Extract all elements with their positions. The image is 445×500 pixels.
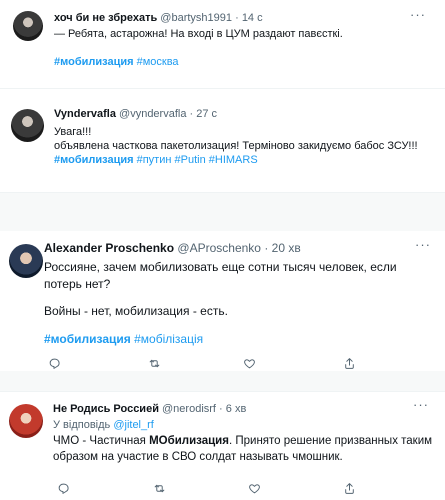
share-icon[interactable]: [341, 480, 357, 496]
tweet-3[interactable]: Alexander Proschenko @AProschenko · 20 х…: [0, 232, 445, 370]
hashtag-link[interactable]: #HIMARS: [209, 154, 258, 166]
replying-to: У відповідь @jitel_rf: [53, 418, 154, 432]
tweet-text-line: Увага!!!: [54, 126, 92, 138]
avatar[interactable]: [11, 109, 44, 142]
tweet-header: хоч би не збрехать @bartysh1991 · 14 с: [54, 11, 263, 25]
separator-dot: ·: [235, 12, 239, 24]
hashtags: #мобилизация #мобілізація: [44, 331, 203, 348]
hashtag-link[interactable]: #мобилизация: [54, 154, 134, 166]
avatar[interactable]: [13, 11, 43, 41]
tweet-text: Войны - нет, мобилизация - есть.: [44, 304, 228, 318]
timestamp[interactable]: 20 хв: [272, 241, 301, 255]
timestamp[interactable]: 14 с: [242, 12, 263, 24]
tweet-text: — Ребята, астарожна! На вході в ЦУМ разд…: [54, 28, 343, 40]
share-icon[interactable]: [341, 355, 357, 371]
tweet-actions: [44, 355, 434, 371]
hashtag-link[interactable]: #москва: [137, 56, 179, 68]
display-name[interactable]: Alexander Proschenko: [44, 241, 174, 255]
like-icon[interactable]: [241, 355, 257, 371]
user-handle[interactable]: @nerodisrf: [162, 403, 216, 415]
tweet-text-bold: МОбилизация: [149, 435, 229, 447]
tweet-header: Не Родись Россией @nerodisrf · 6 хв: [53, 402, 246, 416]
section-gap: [0, 371, 445, 391]
avatar[interactable]: [9, 404, 43, 438]
retweet-icon[interactable]: [151, 480, 167, 496]
more-options-icon[interactable]: ···: [415, 238, 431, 251]
replying-to-label: У відповідь: [53, 419, 111, 431]
separator-dot: ·: [264, 241, 269, 255]
retweet-icon[interactable]: [146, 355, 162, 371]
display-name[interactable]: Не Родись Россией: [53, 403, 159, 415]
hashtags: #мобилизация #москва: [54, 55, 179, 69]
tweet-4[interactable]: Не Родись Россией @nerodisrf · 6 хв ··· …: [0, 392, 445, 500]
tweet-header: Alexander Proschenko @AProschenko · 20 х…: [44, 241, 301, 255]
user-handle[interactable]: @vyndervafla: [119, 108, 186, 120]
separator-dot: ·: [189, 108, 194, 120]
avatar[interactable]: [9, 244, 43, 278]
timestamp[interactable]: 27 с: [196, 108, 217, 120]
hashtag-link[interactable]: #путин: [137, 154, 172, 166]
tweet-text-part: ЧМО - Частичная: [53, 435, 150, 447]
divider: [0, 88, 445, 89]
tweet-1[interactable]: хоч би не збрехать @bartysh1991 · 14 с ·…: [0, 0, 445, 84]
hashtag-link[interactable]: #Putin: [175, 154, 206, 166]
tweet-actions: [53, 480, 433, 496]
hashtag-link[interactable]: #мобілізація: [134, 332, 203, 346]
user-handle[interactable]: @bartysh1991: [160, 12, 232, 24]
hashtag-link[interactable]: #мобилизация: [54, 56, 134, 68]
hashtags: #мобилизация #путин #Putin #HIMARS: [54, 153, 258, 167]
user-handle[interactable]: @AProschenko: [177, 241, 261, 255]
tweet-2[interactable]: Vyndervafla @vyndervafla · 27 с Увага!!!…: [0, 98, 445, 192]
tweet-header: Vyndervafla @vyndervafla · 27 с: [54, 107, 217, 121]
tweet-text: Россияне, зачем мобилизовать еще сотни т…: [44, 260, 397, 291]
section-gap: [0, 193, 445, 231]
separator-dot: ·: [219, 403, 223, 415]
display-name[interactable]: Vyndervafla: [54, 108, 116, 120]
reply-icon[interactable]: [46, 355, 62, 371]
reply-icon[interactable]: [55, 480, 71, 496]
like-icon[interactable]: [246, 480, 262, 496]
more-options-icon[interactable]: ···: [410, 8, 426, 21]
tweet-text-line: объявлена часткова пакетолизация! Термін…: [54, 140, 418, 152]
more-options-icon[interactable]: ···: [413, 398, 429, 411]
hashtag-link[interactable]: #мобилизация: [44, 332, 131, 346]
replying-to-handle[interactable]: @jitel_rf: [113, 419, 154, 431]
tweet-text: ЧМО - Частичная МОбилизация. Принято реш…: [53, 433, 433, 465]
display-name[interactable]: хоч би не збрехать: [54, 12, 157, 24]
timestamp[interactable]: 6 хв: [226, 403, 247, 415]
